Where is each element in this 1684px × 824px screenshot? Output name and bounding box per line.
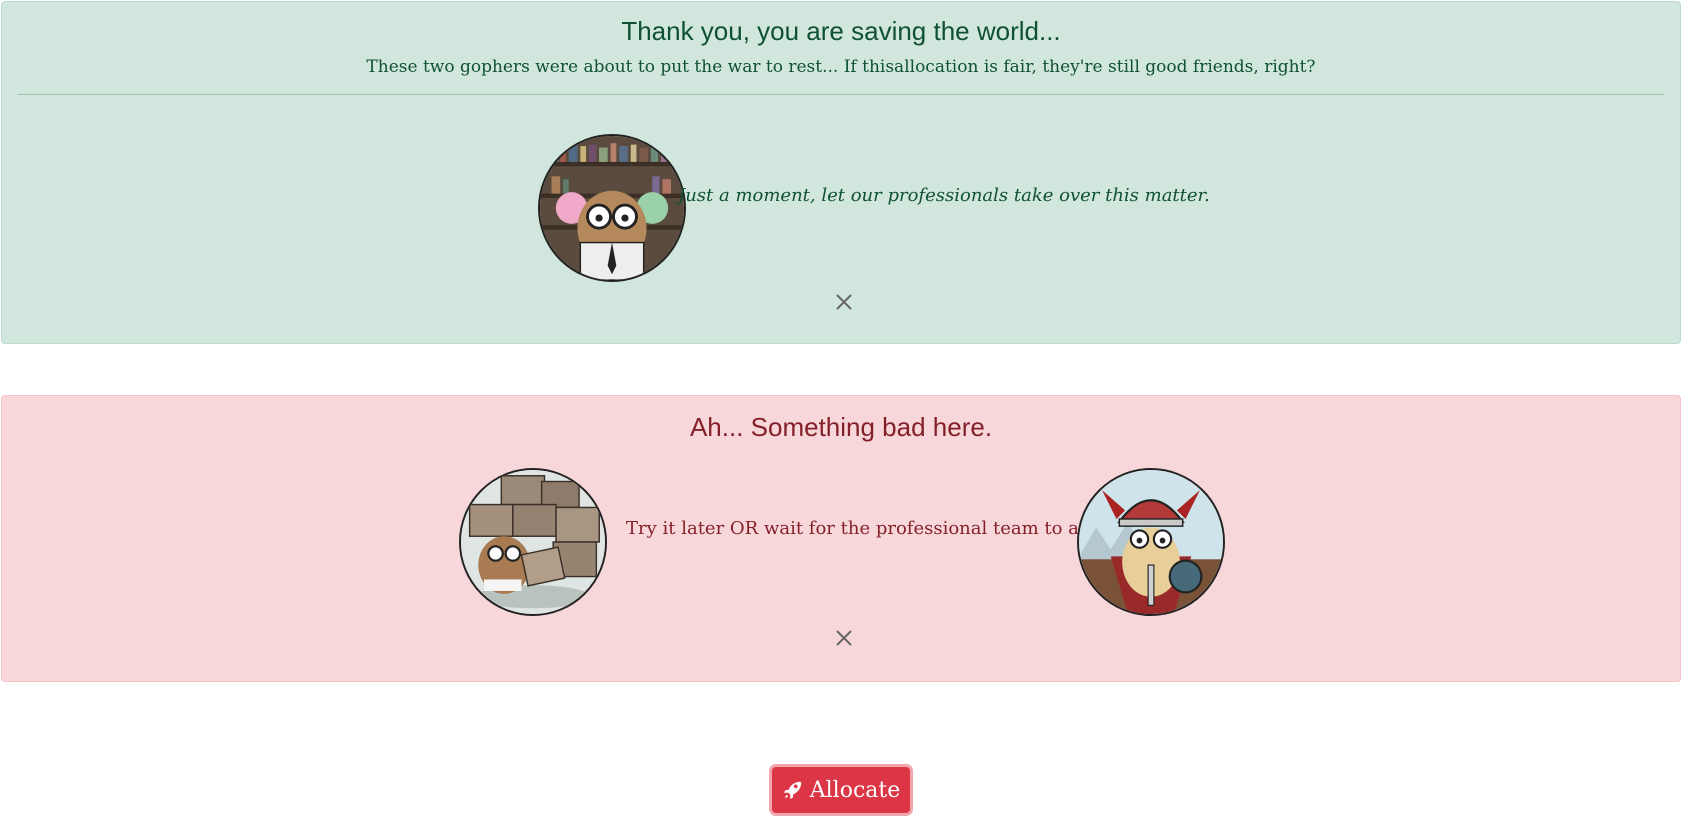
gopher-librarian-illustration-icon (538, 134, 686, 282)
success-alert: Thank you, you are saving the world... T… (1, 1, 1681, 344)
rocket-icon (782, 779, 804, 801)
gopher-viking-illustration-icon (1077, 468, 1225, 616)
allocate-button-label: Allocate (809, 777, 901, 803)
close-icon[interactable] (832, 626, 856, 650)
success-alert-message: Just a moment, let our professionals tak… (678, 185, 1210, 206)
danger-alert-title: Ah... Something bad here. (689, 412, 993, 442)
gopher-boxes-illustration-icon (459, 468, 607, 616)
danger-alert: Ah... Something bad here. Try it later O… (1, 395, 1681, 682)
success-alert-subtitle: These two gophers were about to put the … (366, 57, 1316, 77)
alert-divider (18, 94, 1664, 95)
allocate-button[interactable]: Allocate (769, 764, 913, 816)
success-alert-title: Thank you, you are saving the world... (621, 16, 1061, 46)
close-icon[interactable] (832, 290, 856, 314)
danger-alert-message: Try it later OR wait for the professiona… (626, 518, 1129, 539)
